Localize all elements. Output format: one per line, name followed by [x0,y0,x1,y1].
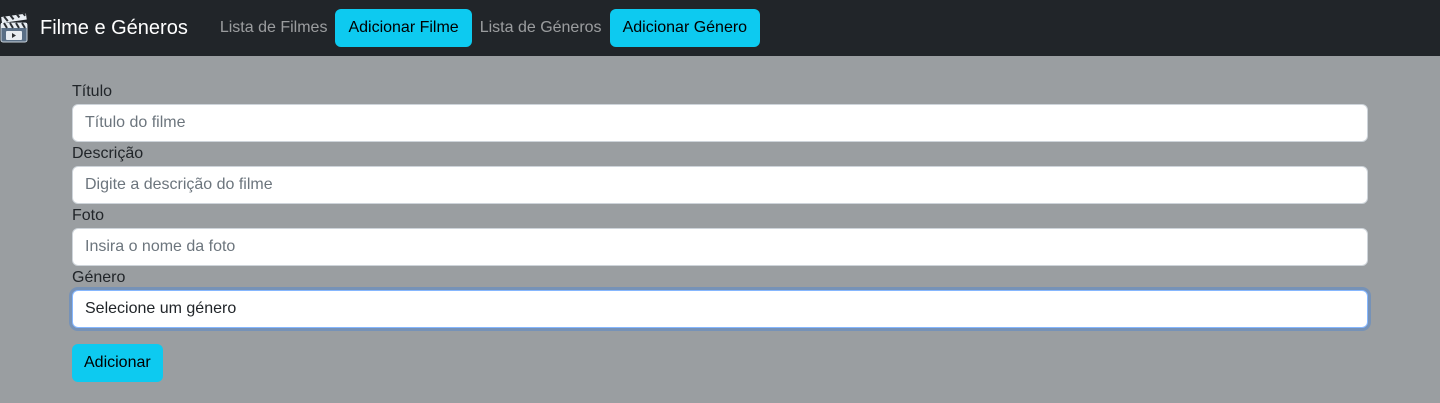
foto-input[interactable] [72,228,1368,266]
foto-label: Foto [72,207,105,224]
film-clapperboard-icon [0,12,28,44]
genero-field: Género Selecione um género [72,266,1368,328]
descricao-label: Descrição [72,145,144,162]
adicionar-button[interactable]: Adicionar [72,344,163,382]
titulo-field: Título [72,80,1368,142]
nav-button-adicionar-filme[interactable]: Adicionar Filme [335,9,472,47]
nav-link-lista-generos[interactable]: Lista de Géneros [472,19,610,37]
navbar: Filme e Géneros Lista de Filmes Adiciona… [0,0,1440,56]
nav-link-lista-filmes[interactable]: Lista de Filmes [212,19,336,37]
movie-form: Título Descrição Foto Género Selecione u… [72,80,1368,382]
genero-select[interactable]: Selecione um género [72,290,1368,328]
titulo-input[interactable] [72,104,1368,142]
nav-button-adicionar-genero[interactable]: Adicionar Género [609,9,761,47]
brand[interactable]: Filme e Géneros [0,0,188,56]
brand-title: Filme e Géneros [40,16,188,39]
descricao-field: Descrição [72,142,1368,204]
foto-field: Foto [72,204,1368,266]
genero-label: Género [72,269,126,286]
descricao-input[interactable] [72,166,1368,204]
genero-select-value: Selecione um género [85,300,237,317]
titulo-label: Título [72,83,113,100]
